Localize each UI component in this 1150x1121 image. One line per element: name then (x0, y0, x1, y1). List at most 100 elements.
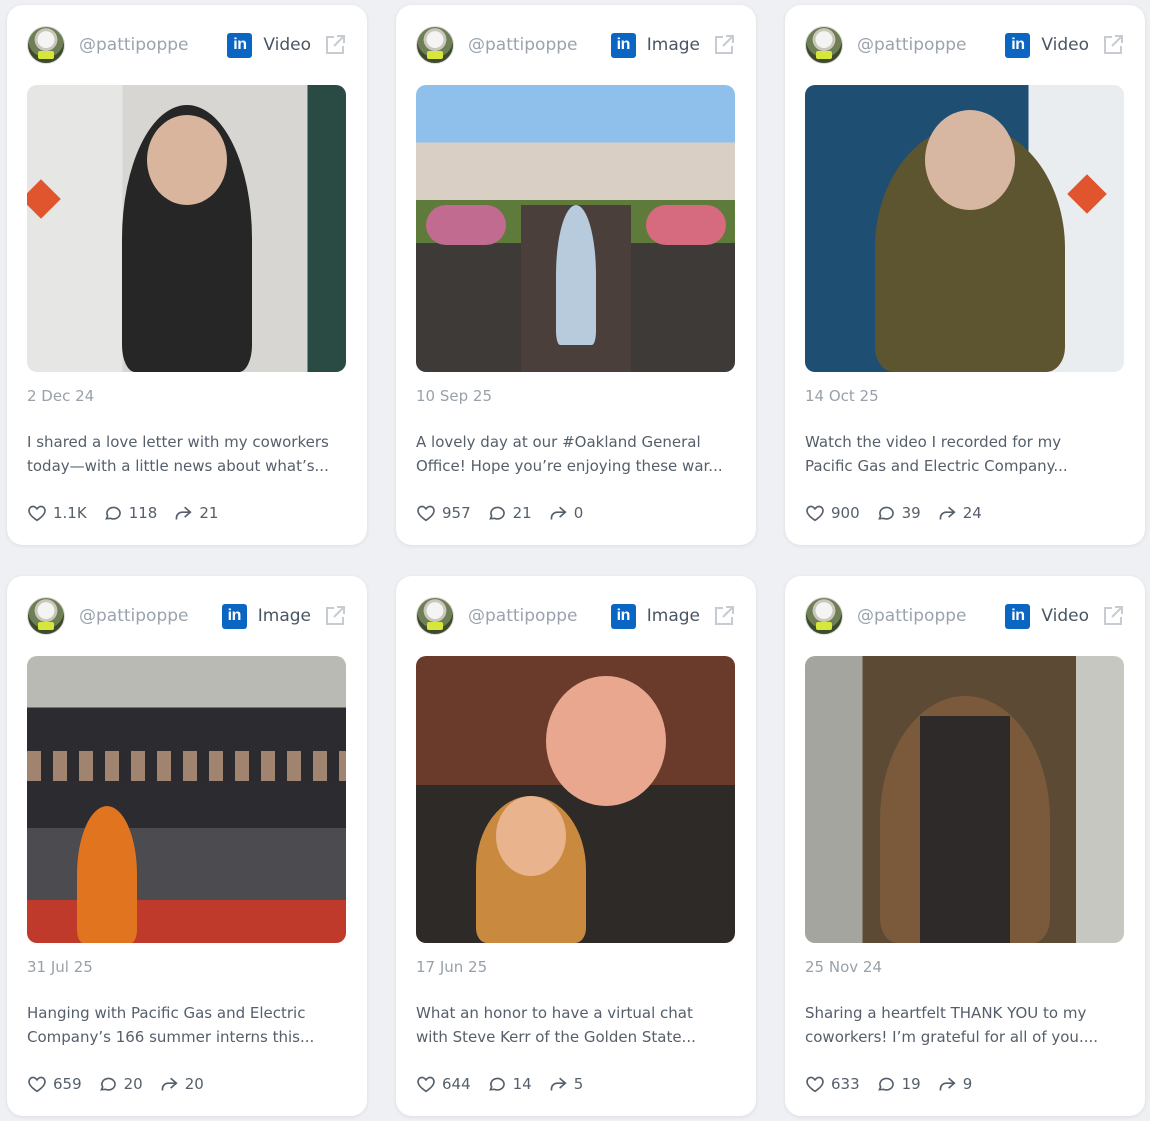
external-link-icon[interactable] (712, 604, 736, 628)
shares-count: 9 (962, 1075, 973, 1093)
post-image[interactable] (416, 656, 735, 943)
comments-count: 20 (123, 1075, 143, 1093)
post-header: @pattipoppe in Video (805, 596, 1125, 636)
linkedin-icon: in (610, 603, 636, 629)
caption-line: today—with a little news about what’s... (27, 457, 329, 475)
post-date: 10 Sep 25 (416, 387, 492, 405)
linkedin-icon: in (1005, 603, 1031, 629)
post-header: @pattipoppe in Video (27, 25, 347, 65)
external-link-icon[interactable] (1101, 604, 1125, 628)
caption-line: A lovely day at our #Oakland General (416, 433, 701, 451)
post-card[interactable]: @pattipoppe in Video 25 Nov 24 Sharing a… (785, 576, 1145, 1116)
likes-stat: 900 (805, 504, 860, 522)
heart-icon (417, 1076, 435, 1093)
post-type-label: Video (1041, 606, 1089, 626)
avatar[interactable] (416, 26, 454, 64)
shares-stat: 21 (173, 504, 218, 522)
post-image[interactable] (805, 85, 1124, 372)
comment-icon (488, 1077, 505, 1091)
likes-count: 900 (831, 504, 860, 522)
linkedin-icon: in (227, 32, 253, 58)
post-card[interactable]: @pattipoppe in Video 14 Oct 25 Watch the… (785, 5, 1145, 545)
comments-count: 118 (128, 504, 158, 522)
post-header: @pattipoppe in Image (416, 596, 736, 636)
shares-stat: 5 (548, 1075, 583, 1093)
post-caption[interactable]: What an honor to have a virtual chat wit… (416, 1001, 736, 1049)
comment-icon (877, 506, 894, 520)
post-caption[interactable]: Watch the video I recorded for my Pacifi… (805, 430, 1125, 478)
avatar[interactable] (805, 597, 843, 635)
comments-stat: 19 (876, 1075, 921, 1093)
linkedin-icon: in (221, 603, 247, 629)
caption-line: I shared a love letter with my coworkers (27, 433, 329, 451)
comment-icon (99, 1077, 116, 1091)
post-caption[interactable]: Hanging with Pacific Gas and Electric Co… (27, 1001, 347, 1049)
heart-icon (28, 1076, 46, 1093)
avatar[interactable] (416, 597, 454, 635)
external-link-icon[interactable] (323, 604, 347, 628)
author-handle[interactable]: @pattipoppe (468, 606, 611, 626)
post-image[interactable] (27, 656, 346, 943)
external-link-icon[interactable] (1101, 33, 1125, 57)
likes-count: 633 (831, 1075, 860, 1093)
avatar[interactable] (27, 26, 65, 64)
shares-count: 21 (199, 504, 219, 522)
post-date: 31 Jul 25 (27, 958, 93, 976)
post-type-label: Video (1041, 35, 1089, 55)
post-caption[interactable]: A lovely day at our #Oakland General Off… (416, 430, 736, 478)
author-handle[interactable]: @pattipoppe (468, 35, 611, 55)
comment-icon (877, 1077, 894, 1091)
author-handle[interactable]: @pattipoppe (79, 35, 227, 55)
shares-stat: 0 (548, 504, 584, 522)
post-card[interactable]: @pattipoppe in Image 31 Jul 25 Hanging w… (7, 576, 367, 1116)
likes-stat: 957 (416, 504, 471, 522)
external-link-icon[interactable] (323, 33, 347, 57)
caption-line: Hanging with Pacific Gas and Electric (27, 1004, 306, 1022)
comments-count: 21 (512, 504, 532, 522)
shares-stat: 9 (937, 1075, 973, 1093)
post-header: @pattipoppe in Image (416, 25, 736, 65)
author-handle[interactable]: @pattipoppe (857, 606, 1005, 626)
post-stats: 644 14 5 (416, 1073, 599, 1095)
likes-stat: 644 (416, 1075, 471, 1093)
post-image[interactable] (805, 656, 1124, 943)
shares-count: 20 (184, 1075, 204, 1093)
post-caption[interactable]: Sharing a heartfelt THANK YOU to my cowo… (805, 1001, 1125, 1049)
caption-line: Pacific Gas and Electric Company... (805, 457, 1068, 475)
post-card[interactable]: @pattipoppe in Video 2 Dec 24 I shared a… (7, 5, 367, 545)
shares-count: 0 (573, 504, 584, 522)
linkedin-icon: in (610, 32, 636, 58)
post-header: @pattipoppe in Image (27, 596, 347, 636)
post-date: 14 Oct 25 (805, 387, 879, 405)
post-stats: 1.1K 118 21 (27, 502, 234, 524)
post-card[interactable]: @pattipoppe in Image 17 Jun 25 What an h… (396, 576, 756, 1116)
author-handle[interactable]: @pattipoppe (857, 35, 1005, 55)
share-icon (939, 506, 956, 520)
author-handle[interactable]: @pattipoppe (79, 606, 222, 626)
post-type-label: Image (646, 35, 700, 55)
caption-line: Sharing a heartfelt THANK YOU to my (805, 1004, 1087, 1022)
linkedin-icon: in (1005, 32, 1031, 58)
post-card[interactable]: @pattipoppe in Image 10 Sep 25 A lovely … (396, 5, 756, 545)
shares-stat: 24 (937, 504, 982, 522)
share-icon (161, 1077, 178, 1091)
likes-count: 659 (53, 1075, 82, 1093)
post-header: @pattipoppe in Video (805, 25, 1125, 65)
post-image[interactable] (416, 85, 735, 372)
comments-stat: 21 (487, 504, 532, 522)
likes-count: 957 (442, 504, 471, 522)
avatar[interactable] (27, 597, 65, 635)
likes-stat: 633 (805, 1075, 860, 1093)
comments-stat: 14 (487, 1075, 532, 1093)
comments-stat: 39 (876, 504, 921, 522)
external-link-icon[interactable] (712, 33, 736, 57)
comments-stat: 118 (103, 504, 158, 522)
post-type-label: Image (646, 606, 700, 626)
avatar[interactable] (805, 26, 843, 64)
share-icon (550, 1077, 567, 1091)
post-caption[interactable]: I shared a love letter with my coworkers… (27, 430, 347, 478)
post-date: 17 Jun 25 (416, 958, 488, 976)
post-image[interactable] (27, 85, 346, 372)
post-date: 2 Dec 24 (27, 387, 95, 405)
post-date: 25 Nov 24 (805, 958, 882, 976)
